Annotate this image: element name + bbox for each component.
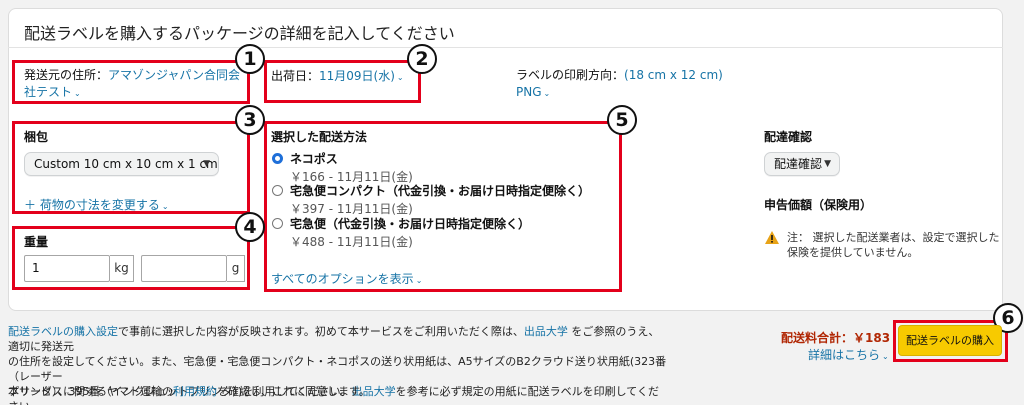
shipping-total: 配送料合計：￥183 bbox=[781, 331, 891, 345]
declared-value-note: 注： 選択した配送業者は、設定で選択した 保険を提供していません。 bbox=[787, 230, 1000, 260]
badge-2: 2 bbox=[407, 44, 437, 74]
label-settings-link[interactable]: 配送ラベルの購入設定 bbox=[8, 325, 118, 338]
title-divider bbox=[8, 47, 1003, 48]
highlight-box-1 bbox=[12, 60, 250, 104]
highlight-box-3 bbox=[12, 121, 250, 214]
delivery-confirm-value: 配達確認 bbox=[774, 157, 823, 171]
label-format-link[interactable]: PNG bbox=[516, 85, 542, 99]
highlight-box-4 bbox=[12, 226, 250, 290]
warning-icon bbox=[765, 231, 779, 247]
delivery-confirm-select[interactable]: 配達確認 ▼ bbox=[764, 152, 840, 176]
chevron-down-icon: ▼ bbox=[824, 159, 831, 169]
note-line1: 注： 選択した配送業者は、設定で選択した bbox=[787, 231, 1000, 244]
details[interactable]: 詳細はこちら ⌄ bbox=[808, 346, 889, 363]
buy-label-button[interactable]: 配送ラベルの購入 bbox=[898, 325, 1002, 356]
seller-university-link[interactable]: 出品大学 bbox=[524, 325, 568, 338]
print-orientation: ラベルの印刷方向：(18 cm x 12 cm) PNG ⌄ bbox=[516, 67, 723, 102]
badge-5: 5 bbox=[607, 105, 637, 135]
terms-agreement: 本サービスに関するヤマト運輸の利用規約を確認し、これに同意します。 bbox=[8, 383, 370, 399]
label-size-link[interactable]: (18 cm x 12 cm) bbox=[624, 68, 723, 82]
badge-1: 1 bbox=[235, 44, 265, 74]
chevron-down-icon[interactable]: ⌄ bbox=[882, 352, 889, 361]
chevron-down-icon[interactable]: ⌄ bbox=[544, 89, 551, 98]
print-orientation-label: ラベルの印刷方向： bbox=[516, 68, 625, 82]
page-title: 配送ラベルを購入するパッケージの詳細を記入してください bbox=[24, 24, 455, 43]
highlight-box-2 bbox=[264, 60, 421, 103]
footer-text: 本サービスに関するヤマト運輸の bbox=[8, 385, 173, 398]
terms-link[interactable]: 利用規約 bbox=[173, 385, 217, 398]
note-line2: 保険を提供していません。 bbox=[787, 246, 919, 259]
details-link[interactable]: 詳細はこちら bbox=[808, 348, 880, 362]
highlight-box-5 bbox=[264, 121, 622, 292]
footer-text: の住所を設定してください。また、宅急便・宅急便コンパクト・ネコポスの送り状用紙は… bbox=[8, 355, 667, 383]
badge-4: 4 bbox=[235, 212, 265, 242]
footer-text: を確認し、これに同意します。 bbox=[217, 385, 370, 398]
declared-value-heading: 申告価額（保険用） bbox=[764, 198, 873, 212]
delivery-confirm-heading: 配達確認 bbox=[764, 130, 813, 144]
badge-3: 3 bbox=[235, 105, 265, 135]
footer-text: で事前に選択した内容が反映されます。初めて本サービスをご利用いただく際は、 bbox=[118, 325, 524, 338]
